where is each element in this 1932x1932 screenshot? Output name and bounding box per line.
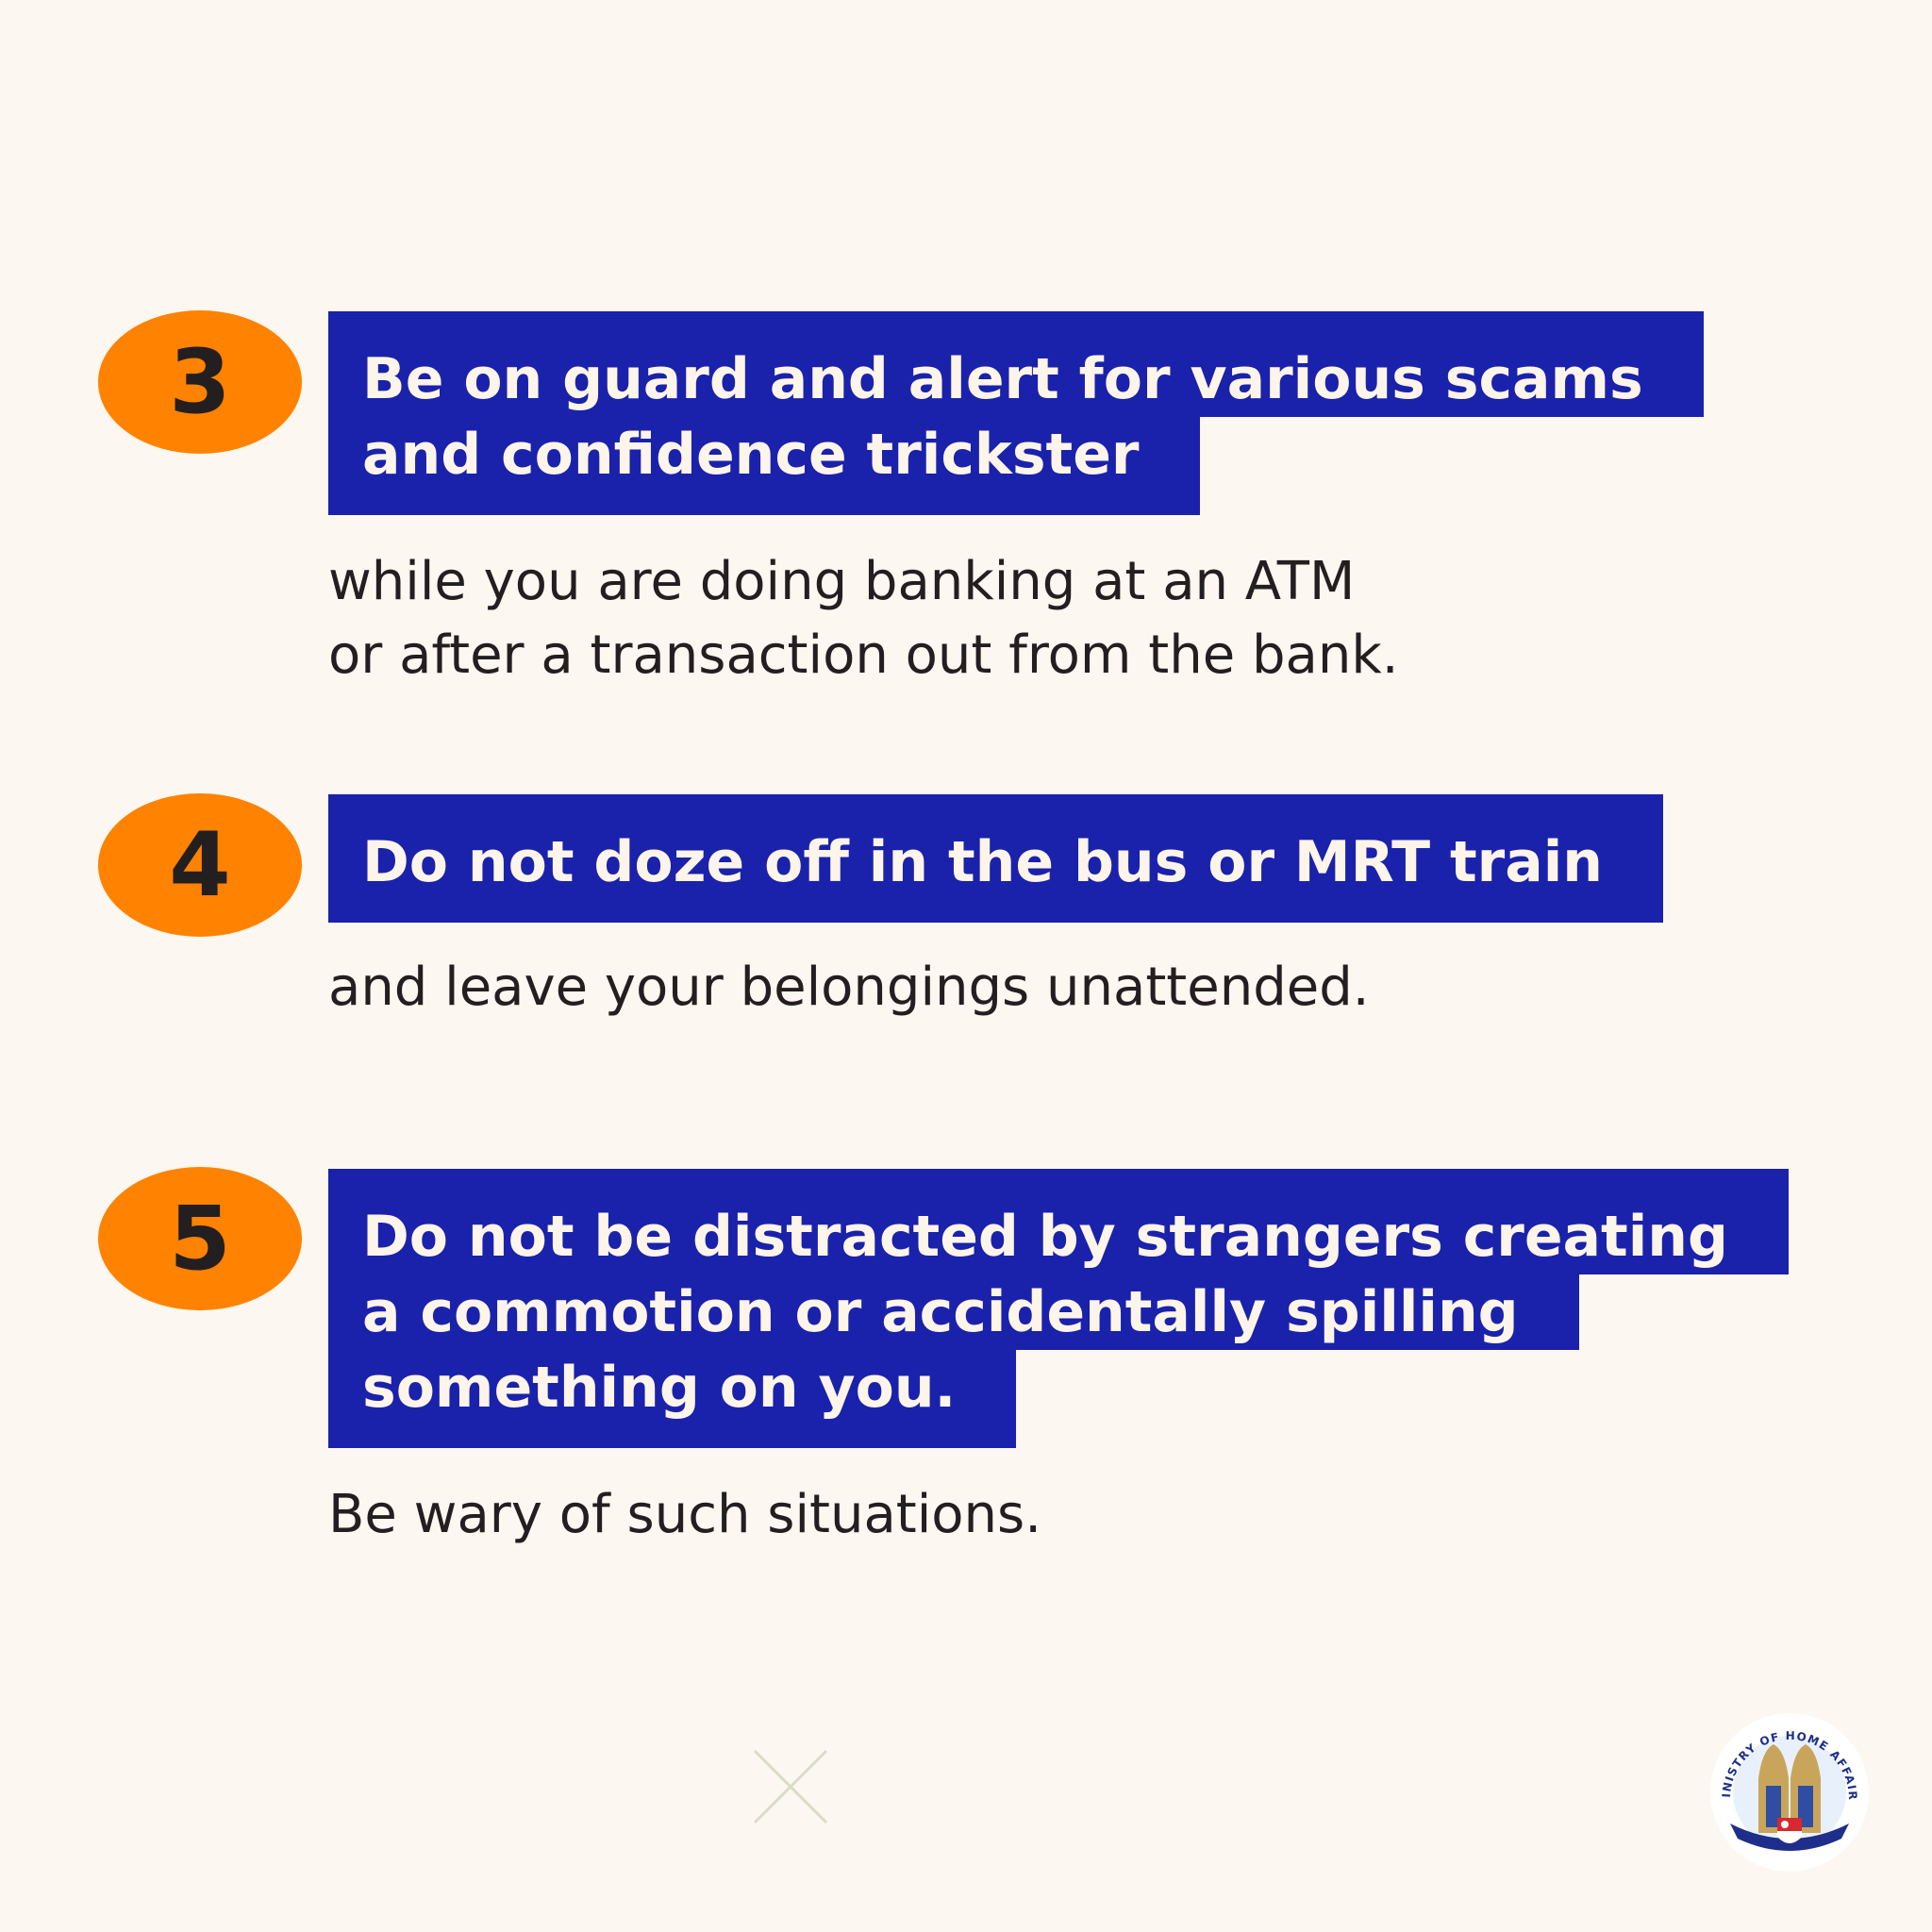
headline-line: something on you. [328,1350,1017,1448]
tip-headline: Do not be distracted by strangers creati… [328,1169,1789,1448]
headline-line: Do not be distracted by strangers creati… [328,1169,1789,1274]
tip-headline: Do not doze off in the bus or MRT train [328,794,1663,923]
tip-number-badge: 5 [98,1167,302,1310]
tip-body: Be wary of such situations. [328,1478,1041,1552]
body-line: and leave your belongings unattended. [328,957,1370,1018]
headline-line: and confidence trickster [328,417,1200,515]
headline-line: Be on guard and alert for various scams [328,311,1704,417]
tip-headline: Be on guard and alert for various scams … [328,311,1704,515]
tip-number-badge: 3 [98,310,302,454]
body-line: or after a transaction out from the bank… [328,625,1399,686]
body-line: while you are doing banking at an ATM [328,551,1356,612]
cross-decoration-icon [753,1749,828,1824]
body-line: Be wary of such situations. [328,1484,1042,1545]
tip-body: while you are doing banking at an ATM or… [328,545,1399,692]
tip-body: and leave your belongings unattended. [328,951,1370,1024]
headline-line: a commotion or accidentally spilling [328,1274,1579,1350]
ministry-logo: MINISTRY OF HOME AFFAIRS [1709,1712,1869,1872]
headline-line: Do not doze off in the bus or MRT train [328,794,1663,923]
tip-number-badge: 4 [98,793,302,937]
